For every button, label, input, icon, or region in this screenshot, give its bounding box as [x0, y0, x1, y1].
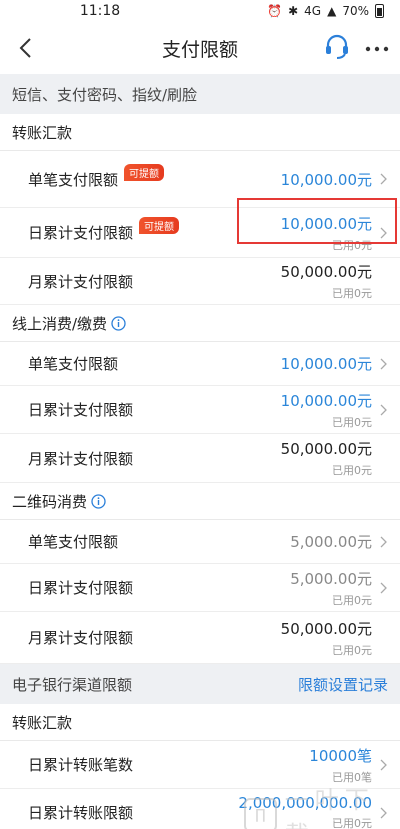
chevron-right-icon [376, 536, 390, 548]
row-monthly-limit: 月累计支付限额 50,000.00元 已用0元 [0, 258, 400, 305]
limit-amount: 50,000.00元 [280, 619, 372, 638]
status-icons: ⏰ ✱ 4G ▲ 70% [267, 4, 384, 18]
raise-limit-badge[interactable]: 可提额 [124, 163, 165, 181]
bluetooth-icon: ✱ [288, 4, 299, 18]
group-header-transfer: 转账汇款 [0, 114, 400, 151]
limit-amount: 10,000.00元 [280, 391, 372, 410]
chevron-right-icon [376, 358, 390, 370]
limit-amount: 50,000.00元 [280, 440, 372, 458]
battery-level: 70% [342, 4, 369, 18]
used-amount: 已用0元 [332, 643, 372, 657]
used-amount: 已用0元 [332, 415, 372, 429]
limit-amount: 5,000.00元 [290, 569, 372, 588]
row-single-limit[interactable]: 单笔支付限额 5,000.00元 [0, 520, 400, 564]
group-header-ebank-transfer: 转账汇款 [0, 704, 400, 741]
limit-amount: 10000笔 [309, 746, 372, 765]
status-bar: 11:18 ⏰ ✱ 4G ▲ 70% [0, 0, 400, 22]
used-amount: 已用0元 [332, 238, 372, 252]
chevron-left-icon [19, 38, 31, 58]
network-label: 4G [304, 4, 322, 18]
watermark-text: 一叶下载 [284, 786, 375, 829]
row-daily-limit[interactable]: 日累计支付限额 可提额 10,000.00元 已用0元 [0, 208, 400, 258]
watermark: ∏ 一叶下载 [244, 780, 400, 829]
section-header-sms: 短信、支付密码、指纹/刷脸 [0, 74, 400, 114]
more-button[interactable] [364, 39, 390, 58]
info-icon[interactable] [91, 493, 106, 509]
used-amount: 已用0元 [332, 593, 372, 607]
chevron-right-icon [376, 582, 390, 594]
row-monthly-limit: 月累计支付限额 50,000.00元 已用0元 [0, 612, 400, 664]
row-daily-limit[interactable]: 日累计支付限额 5,000.00元 已用0元 [0, 564, 400, 612]
info-icon[interactable] [111, 315, 126, 331]
customer-service-button[interactable] [322, 31, 352, 65]
chevron-right-icon [376, 759, 390, 771]
row-daily-limit[interactable]: 日累计支付限额 10,000.00元 已用0元 [0, 386, 400, 434]
limit-amount: 10,000.00元 [280, 214, 372, 233]
section-title: 电子银行渠道限额 [12, 675, 133, 694]
group-header-online: 线上消费/缴费 [0, 305, 400, 342]
chevron-right-icon [376, 404, 390, 416]
limit-amount: 10,000.00元 [280, 355, 372, 373]
limit-amount: 50,000.00元 [280, 263, 372, 281]
used-amount: 已用0元 [332, 287, 372, 300]
row-single-limit[interactable]: 单笔支付限额 10,000.00元 [0, 342, 400, 386]
limit-settings-record-link[interactable]: 限额设置记录 [298, 674, 388, 695]
status-time: 11:18 [79, 3, 121, 19]
back-button[interactable] [0, 22, 50, 74]
chevron-right-icon [376, 227, 390, 239]
signal-icon: ▲ [327, 4, 337, 18]
chevron-right-icon [376, 173, 390, 185]
limit-amount: 10,000.00元 [280, 170, 372, 189]
limit-amount: 5,000.00元 [290, 533, 372, 551]
section-title: 短信、支付密码、指纹/刷脸 [12, 85, 198, 104]
watermark-logo-icon: ∏ [244, 798, 277, 829]
section-header-ebank: 电子银行渠道限额 限额设置记录 [0, 664, 400, 704]
row-single-limit[interactable]: 单笔支付限额 可提额 10,000.00元 [0, 151, 400, 208]
row-monthly-limit: 月累计支付限额 50,000.00元 已用0元 [0, 434, 400, 483]
group-header-qrcode: 二维码消费 [0, 483, 400, 520]
battery-icon [375, 4, 384, 18]
alarm-icon: ⏰ [267, 4, 283, 18]
used-amount: 已用0元 [332, 464, 372, 477]
raise-limit-badge[interactable]: 可提额 [139, 217, 180, 234]
nav-bar: 支付限额 [0, 22, 400, 74]
headset-icon [326, 34, 348, 59]
more-dots-icon [365, 46, 389, 51]
